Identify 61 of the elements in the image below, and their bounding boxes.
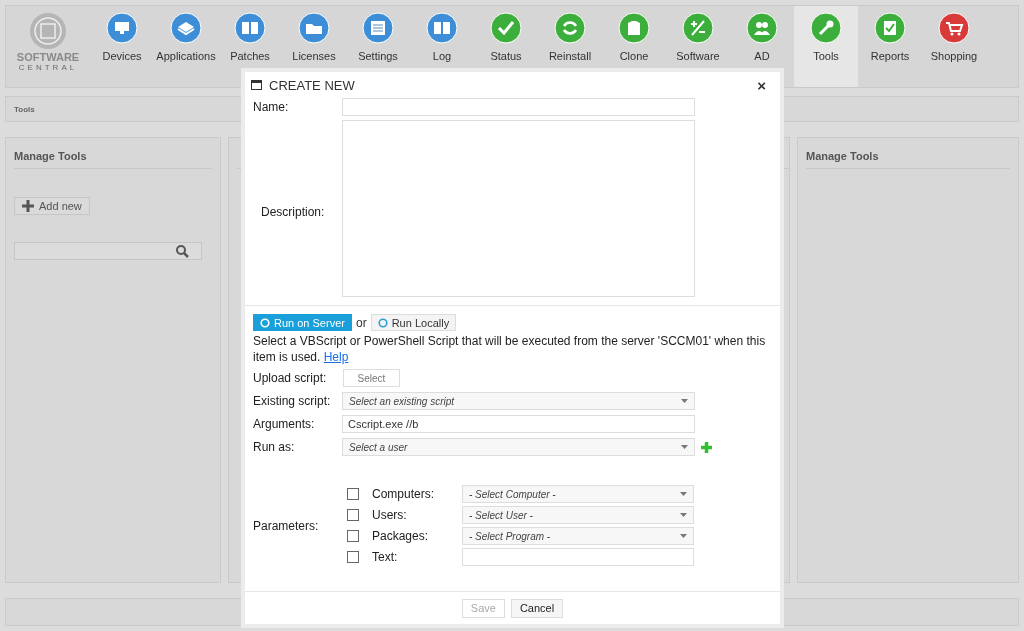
caret-icon: [680, 534, 687, 538]
name-field[interactable]: [342, 98, 695, 116]
select-button[interactable]: Select: [343, 369, 400, 387]
logo-subtext: CENTRAL: [18, 63, 78, 72]
nav-item[interactable]: Software: [666, 6, 730, 88]
caret-icon: [681, 399, 688, 403]
script-dropdown[interactable]: Select an existing script: [342, 392, 695, 410]
nav-item[interactable]: Applications: [154, 6, 218, 88]
plus-icon: [701, 441, 712, 453]
caret-icon: [680, 513, 687, 517]
or-text: or: [356, 315, 367, 330]
field-label: Packages:: [372, 529, 430, 543]
close-button[interactable]: ×: [749, 76, 774, 94]
field-label: Existing script:: [253, 394, 332, 408]
add-new-button[interactable]: Add new: [14, 197, 90, 216]
description-field[interactable]: [342, 120, 695, 297]
help-link[interactable]: Help: [323, 350, 349, 364]
plus-icon: [22, 200, 34, 213]
field-label: Description:: [260, 203, 326, 219]
nav-item[interactable]: Tools: [794, 6, 858, 88]
field-label: Arguments:: [253, 417, 316, 431]
checkbox[interactable]: [347, 551, 359, 563]
logo-text: SOFTWARE: [16, 52, 80, 63]
checkbox[interactable]: [347, 509, 359, 521]
breadcrumb-text: Tools: [14, 104, 35, 114]
search-field[interactable]: [14, 242, 202, 261]
nav-item[interactable]: Devices: [90, 6, 154, 88]
logo-globe-icon: [29, 12, 67, 50]
dialog-button[interactable]: Cancel: [510, 598, 564, 618]
field-label: Computers:: [372, 487, 436, 501]
field-label: Users:: [372, 508, 408, 522]
radio-option[interactable]: Run Locally: [370, 314, 457, 331]
info-text: Select a VBScript or PowerShell Script that will be executed from the server 'SCCM01' when this item is used. Help: [253, 333, 767, 365]
field-label: Upload script:: [253, 371, 328, 385]
panel-title: Manage Tools: [14, 146, 212, 170]
caret-icon: [681, 445, 688, 449]
search-icon: [176, 244, 189, 258]
parameter-dropdown[interactable]: - Select Computer -: [462, 485, 694, 503]
field-label: Parameters:: [253, 518, 320, 533]
panel-title: Manage Tools: [806, 146, 1010, 170]
radio-icon: [260, 317, 270, 328]
checkbox[interactable]: [347, 530, 359, 542]
dialog-title: CREATE NEW: [269, 77, 356, 93]
arguments-field[interactable]: Cscript.exe //b: [342, 415, 695, 433]
nav-item[interactable]: Log: [410, 6, 474, 88]
checkbox[interactable]: [347, 488, 359, 500]
nav-item[interactable]: Reports: [858, 6, 922, 88]
field-label: Run as:: [253, 440, 296, 454]
nav-item[interactable]: Shopping: [922, 6, 986, 88]
window-icon: [251, 80, 262, 90]
parameter-dropdown[interactable]: - Select User -: [462, 506, 694, 524]
field-label: Name:: [253, 100, 290, 114]
field-label: Text:: [372, 550, 399, 564]
caret-icon: [680, 492, 687, 496]
text-field[interactable]: [462, 548, 694, 566]
user-dropdown[interactable]: Select a user: [342, 438, 695, 456]
parameter-dropdown[interactable]: - Select Program -: [462, 527, 694, 545]
radio-icon: [377, 317, 388, 328]
nav-item[interactable]: Status: [474, 6, 538, 88]
nav-item[interactable]: Clone: [602, 6, 666, 88]
nav-item[interactable]: Reinstall: [538, 6, 602, 88]
